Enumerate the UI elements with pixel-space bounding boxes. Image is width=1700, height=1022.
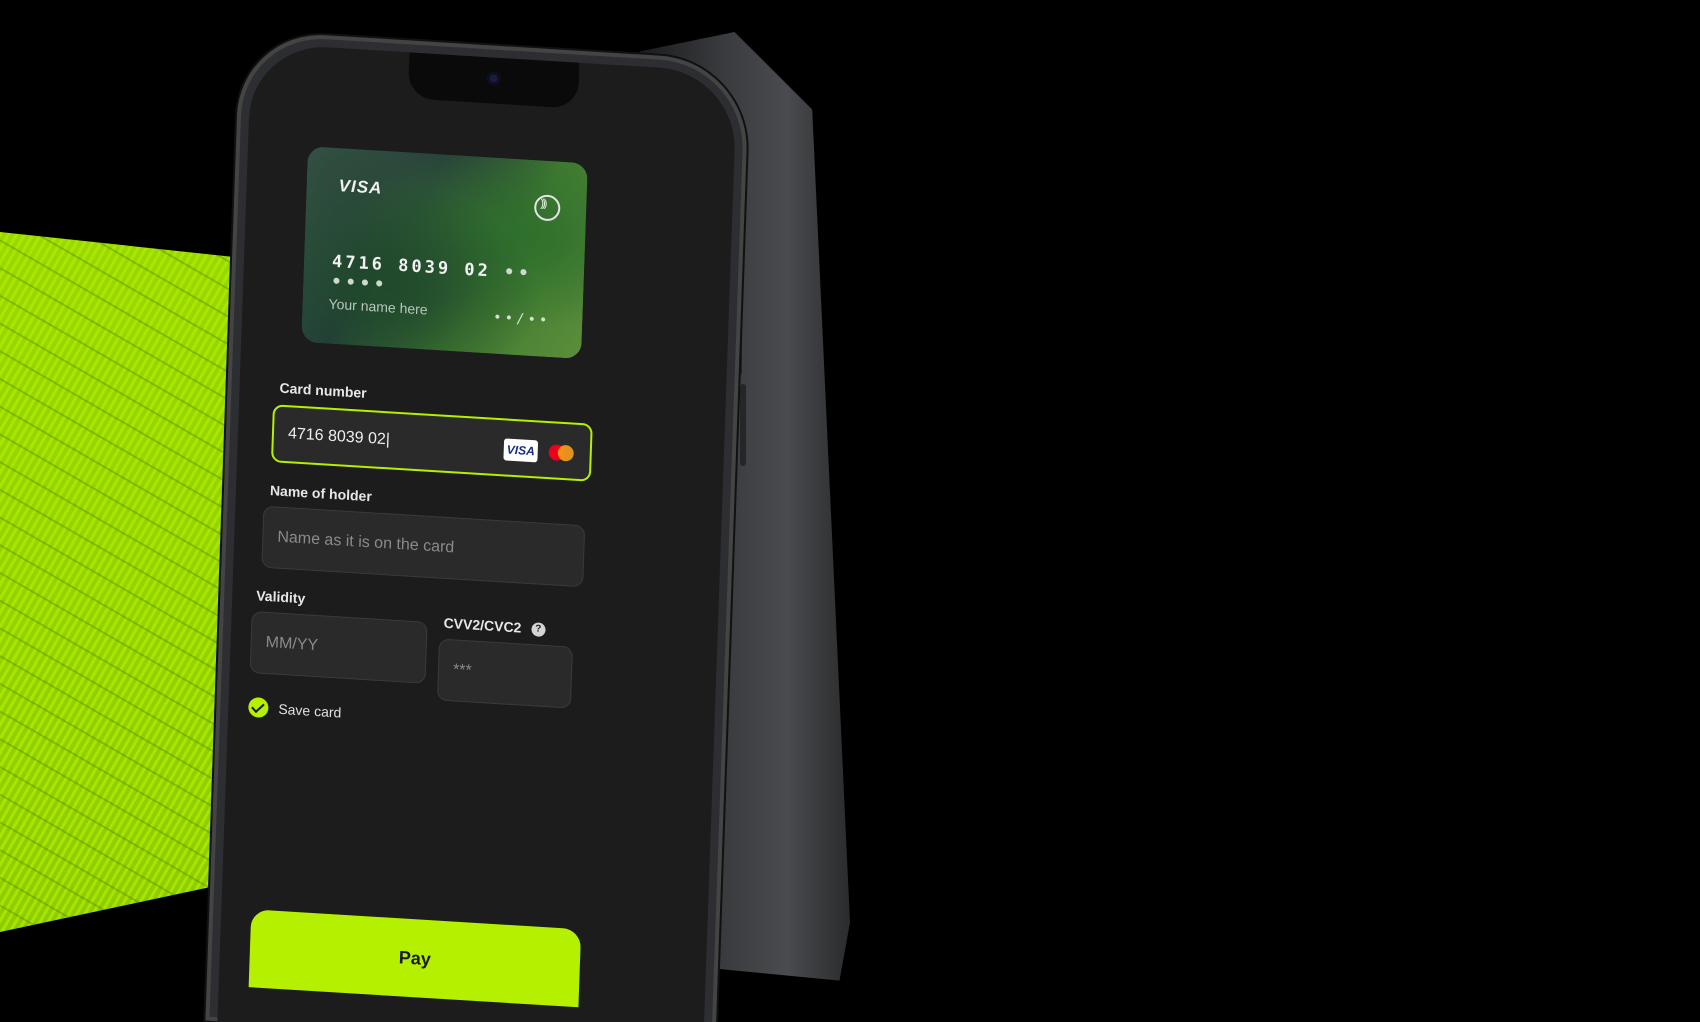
card-number-label: Card number bbox=[279, 379, 367, 401]
pay-button[interactable]: Pay bbox=[248, 909, 582, 1008]
visa-icon: VISA bbox=[503, 438, 539, 463]
validity-label: Validity bbox=[256, 587, 306, 607]
validity-input[interactable]: MM/YY bbox=[249, 611, 428, 684]
card-preview-holder: Your name here bbox=[328, 295, 428, 318]
save-card-label: Save card bbox=[278, 700, 342, 721]
camera-icon bbox=[486, 71, 501, 86]
validity-placeholder: MM/YY bbox=[265, 633, 319, 655]
mastercard-icon bbox=[543, 441, 578, 465]
help-icon[interactable]: ? bbox=[530, 622, 546, 638]
cvv-label: CVV2/CVC2 ? bbox=[443, 614, 546, 638]
holder-label: Name of holder bbox=[269, 482, 373, 505]
holder-name-input[interactable]: Name as it is on the card bbox=[261, 505, 586, 588]
credit-card-preview: VISA 4716 8039 02 •• •••• Your name here… bbox=[301, 146, 588, 360]
card-number-value: 4716 8039 02| bbox=[287, 425, 391, 449]
side-button-volume-down bbox=[740, 384, 746, 466]
save-card-checkbox[interactable] bbox=[248, 696, 269, 719]
contactless-icon bbox=[533, 194, 561, 222]
card-preview-expiry: ••/•• bbox=[492, 309, 551, 330]
card-number-input[interactable]: 4716 8039 02| VISA bbox=[270, 404, 593, 482]
card-brand-logo: VISA bbox=[338, 176, 383, 198]
phone-frame: VISA 4716 8039 02 •• •••• Your name here… bbox=[205, 30, 750, 1022]
card-brand-logos: VISA bbox=[503, 438, 578, 464]
cvv-label-text: CVV2/CVC2 bbox=[443, 614, 522, 636]
holder-name-placeholder: Name as it is on the card bbox=[277, 528, 455, 557]
cvv-input[interactable]: *** bbox=[436, 638, 573, 709]
stage: VISA 4716 8039 02 •• •••• Your name here… bbox=[0, 0, 1700, 1022]
notch bbox=[407, 52, 580, 109]
cvv-placeholder: *** bbox=[452, 661, 472, 680]
phone-screen: VISA 4716 8039 02 •• •••• Your name here… bbox=[216, 42, 738, 1022]
